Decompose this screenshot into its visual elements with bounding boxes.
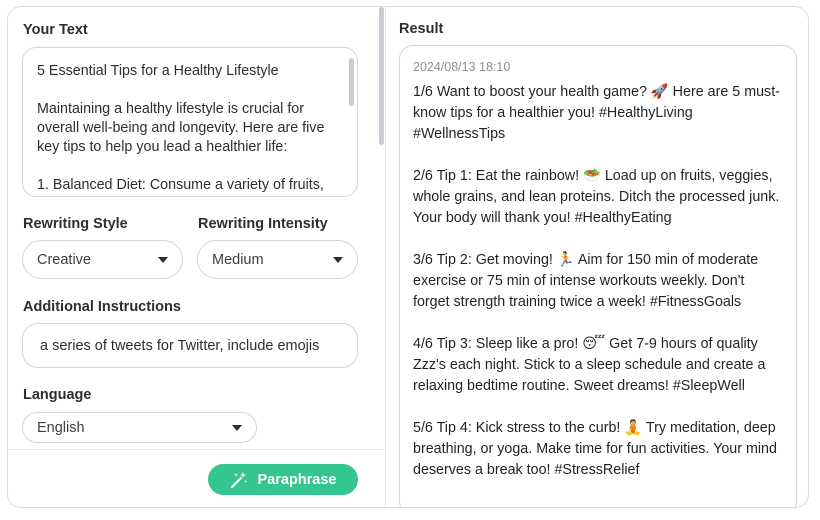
- paraphraser-card: Your Text 5 Essential Tips for a Healthy…: [7, 6, 809, 508]
- additional-instructions-value: a series of tweets for Twitter, include …: [40, 337, 320, 354]
- textarea-scrollbar[interactable]: [349, 58, 354, 106]
- language-select[interactable]: English: [22, 412, 257, 443]
- text-paragraph: 5 Essential Tips for a Healthy Lifestyle: [37, 63, 279, 79]
- tweet-item: 1/6 Want to boost your health game? 🚀 He…: [413, 84, 780, 142]
- rewriting-style-label: Rewriting Style: [23, 216, 128, 232]
- additional-instructions-input[interactable]: a series of tweets for Twitter, include …: [22, 323, 358, 368]
- result-timestamp: 2024/08/13 18:10: [413, 60, 511, 74]
- input-panel-footer: Paraphrase: [8, 449, 385, 507]
- magic-wand-icon: [230, 471, 248, 489]
- paraphrase-button[interactable]: Paraphrase: [208, 464, 358, 495]
- result-title: Result: [399, 21, 444, 37]
- language-value: English: [37, 419, 85, 436]
- panel-scrollbar[interactable]: [379, 7, 384, 145]
- rewriting-intensity-select[interactable]: Medium: [197, 240, 358, 279]
- additional-instructions-label: Additional Instructions: [23, 299, 181, 315]
- result-output[interactable]: 2024/08/13 18:10 1/6 Want to boost your …: [399, 45, 797, 507]
- tweet-item: 5/6 Tip 4: Kick stress to the curb! 🧘 Tr…: [413, 420, 777, 478]
- input-panel: Your Text 5 Essential Tips for a Healthy…: [8, 7, 385, 507]
- paraphrase-button-label: Paraphrase: [257, 471, 337, 488]
- tweet-item: 4/6 Tip 3: Sleep like a pro! 😴 Get 7-9 h…: [413, 336, 766, 394]
- tweet-item: 2/6 Tip 1: Eat the rainbow! 🥗 Load up on…: [413, 168, 780, 226]
- rewriting-intensity-label: Rewriting Intensity: [198, 216, 328, 232]
- text-paragraph: 1. Balanced Diet: Consume a variety of f…: [37, 177, 324, 193]
- text-paragraph: Maintaining a healthy lifestyle is cruci…: [37, 101, 325, 155]
- rewriting-style-value: Creative: [37, 251, 91, 268]
- rewriting-intensity-value: Medium: [212, 251, 264, 268]
- language-label: Language: [23, 387, 92, 403]
- result-fade-overlay: [400, 486, 796, 507]
- tweet-item: 3/6 Tip 2: Get moving! 🏃 Aim for 150 min…: [413, 252, 759, 310]
- result-panel: Result 2024/08/13 18:10 1/6 Want to boos…: [386, 7, 808, 507]
- chevron-down-icon: [333, 256, 343, 263]
- your-text-label: Your Text: [23, 22, 88, 38]
- input-panel-scroll[interactable]: Your Text 5 Essential Tips for a Healthy…: [8, 7, 385, 449]
- chevron-down-icon: [232, 424, 242, 431]
- chevron-down-icon: [158, 256, 168, 263]
- rewriting-style-select[interactable]: Creative: [22, 240, 183, 279]
- your-text-textarea[interactable]: 5 Essential Tips for a Healthy Lifestyle…: [22, 47, 358, 197]
